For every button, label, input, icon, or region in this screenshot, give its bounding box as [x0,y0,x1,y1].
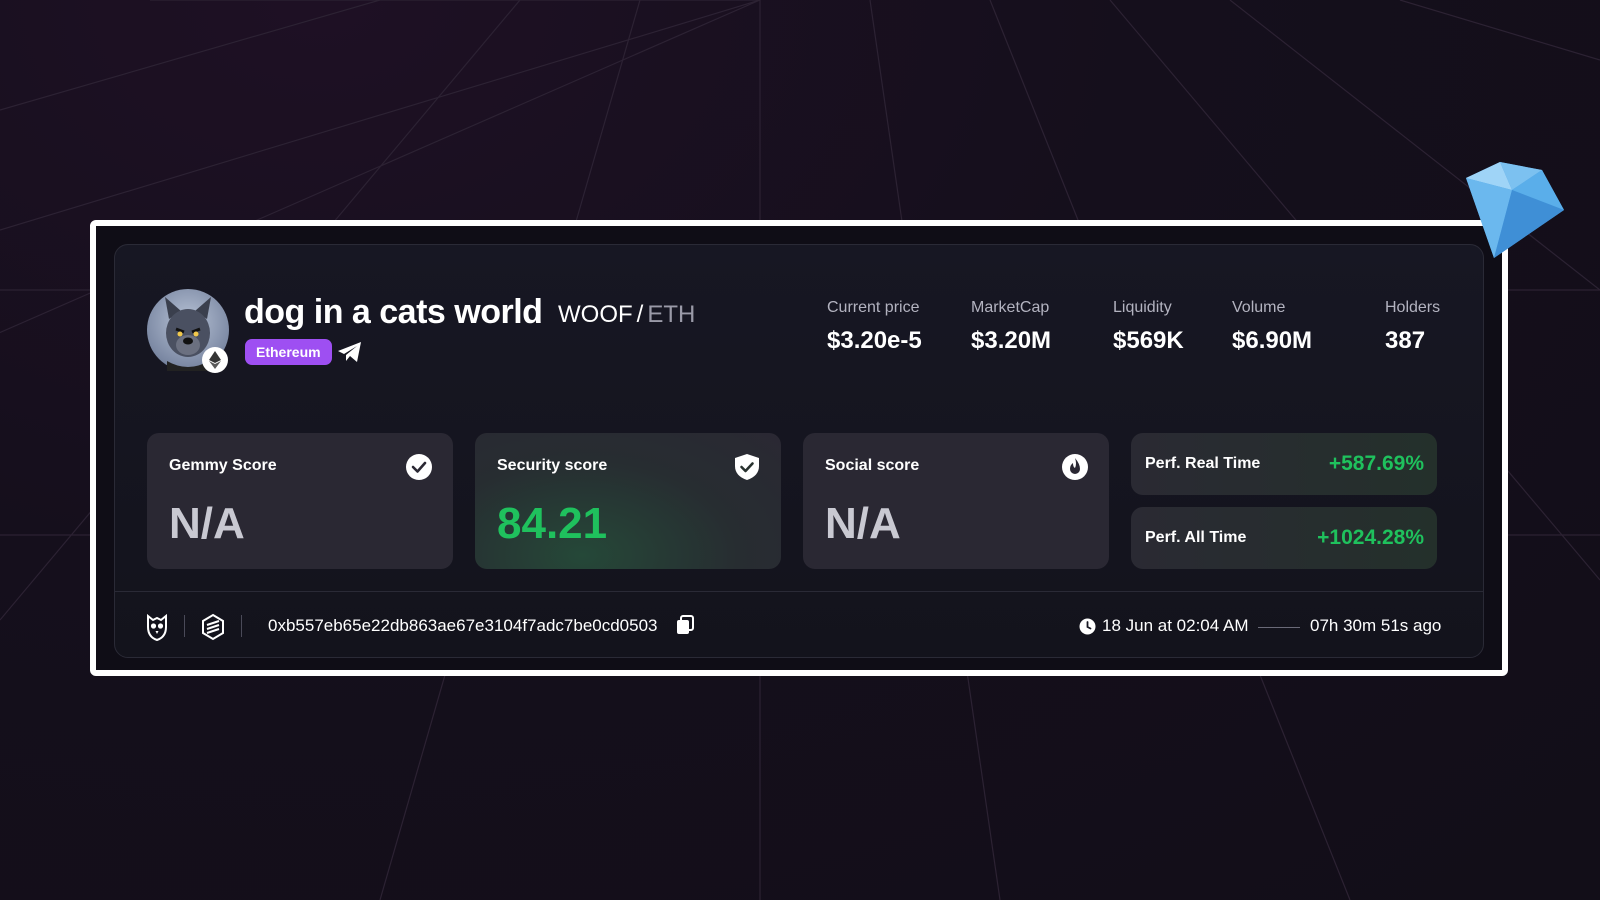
stat-label: Current price [827,299,920,316]
stat-value: 387 [1385,327,1426,354]
stat-value: $6.90M [1232,327,1313,354]
clock-icon [1079,618,1096,635]
shield-check-icon [735,454,759,480]
time-ago: 07h 30m 51s ago [1310,616,1442,635]
created-date: 18 Jun at 02:04 AM [1102,616,1249,635]
time-separator-line [1258,627,1300,628]
stat-liquidity: Liquidity $569K [1113,299,1184,355]
eth-chain-badge [202,347,228,373]
footer-divider [115,591,1483,592]
pair-quote: ETH [647,301,696,328]
security-score-card: Security score 84.21 [475,433,781,569]
eth-icon [209,351,221,369]
footer-separator [241,615,242,637]
perf-label: Perf. All Time [1145,529,1247,546]
stat-value: $569K [1113,327,1184,354]
score-label: Security score [497,457,608,474]
score-label: Gemmy Score [169,457,277,474]
pair-separator: / [636,301,644,328]
stat-marketcap: MarketCap $3.20M [971,299,1051,355]
contract-address[interactable]: 0xb557eb65e22db863ae67e3104f7adc7be0cd05… [268,616,658,636]
stat-volume: Volume $6.90M [1232,299,1312,355]
perf-value: +587.69% [1328,452,1424,475]
social-score-card: Social score N/A [803,433,1109,569]
score-value: 84.21 [497,499,608,548]
score-value: N/A [825,499,901,548]
stat-label: Liquidity [1113,299,1172,316]
perf-all-time-card: Perf. All Time +1024.28% [1131,507,1437,569]
stat-value: $3.20M [971,327,1052,354]
token-card: dog in a cats world WOOF / ETH Ethereum Cu… [114,244,1484,658]
pair-base: WOOF [558,301,633,328]
owl-icon[interactable] [145,613,169,641]
stat-label: MarketCap [971,299,1050,316]
token-avatar [147,289,229,373]
stat-value: $3.20e-5 [827,327,922,354]
stat-label: Holders [1385,299,1441,316]
score-label: Social score [825,457,920,474]
dextools-icon[interactable] [201,613,225,641]
telegram-icon[interactable] [337,341,363,363]
stat-current-price: Current price $3.20e-5 [827,299,922,355]
perf-real-time-card: Perf. Real Time +587.69% [1131,433,1437,495]
stat-label: Volume [1232,299,1286,316]
gemmy-score-card: Gemmy Score N/A [147,433,453,569]
token-pair: WOOF / ETH [558,301,695,329]
chain-tag: Ethereum [245,339,332,365]
token-name: dog in a cats world [244,293,543,331]
stat-holders: Holders 387 [1385,299,1440,355]
footer-separator [184,615,185,637]
token-card-frame: dog in a cats world WOOF / ETH Ethereum Cu… [90,220,1508,676]
check-circle-icon [406,454,432,480]
fire-icon [1062,454,1088,480]
copy-icon[interactable] [676,615,694,635]
diamond-icon [1466,162,1564,258]
score-value: N/A [169,499,245,548]
perf-value: +1024.28% [1317,526,1424,549]
perf-label: Perf. Real Time [1145,455,1261,472]
